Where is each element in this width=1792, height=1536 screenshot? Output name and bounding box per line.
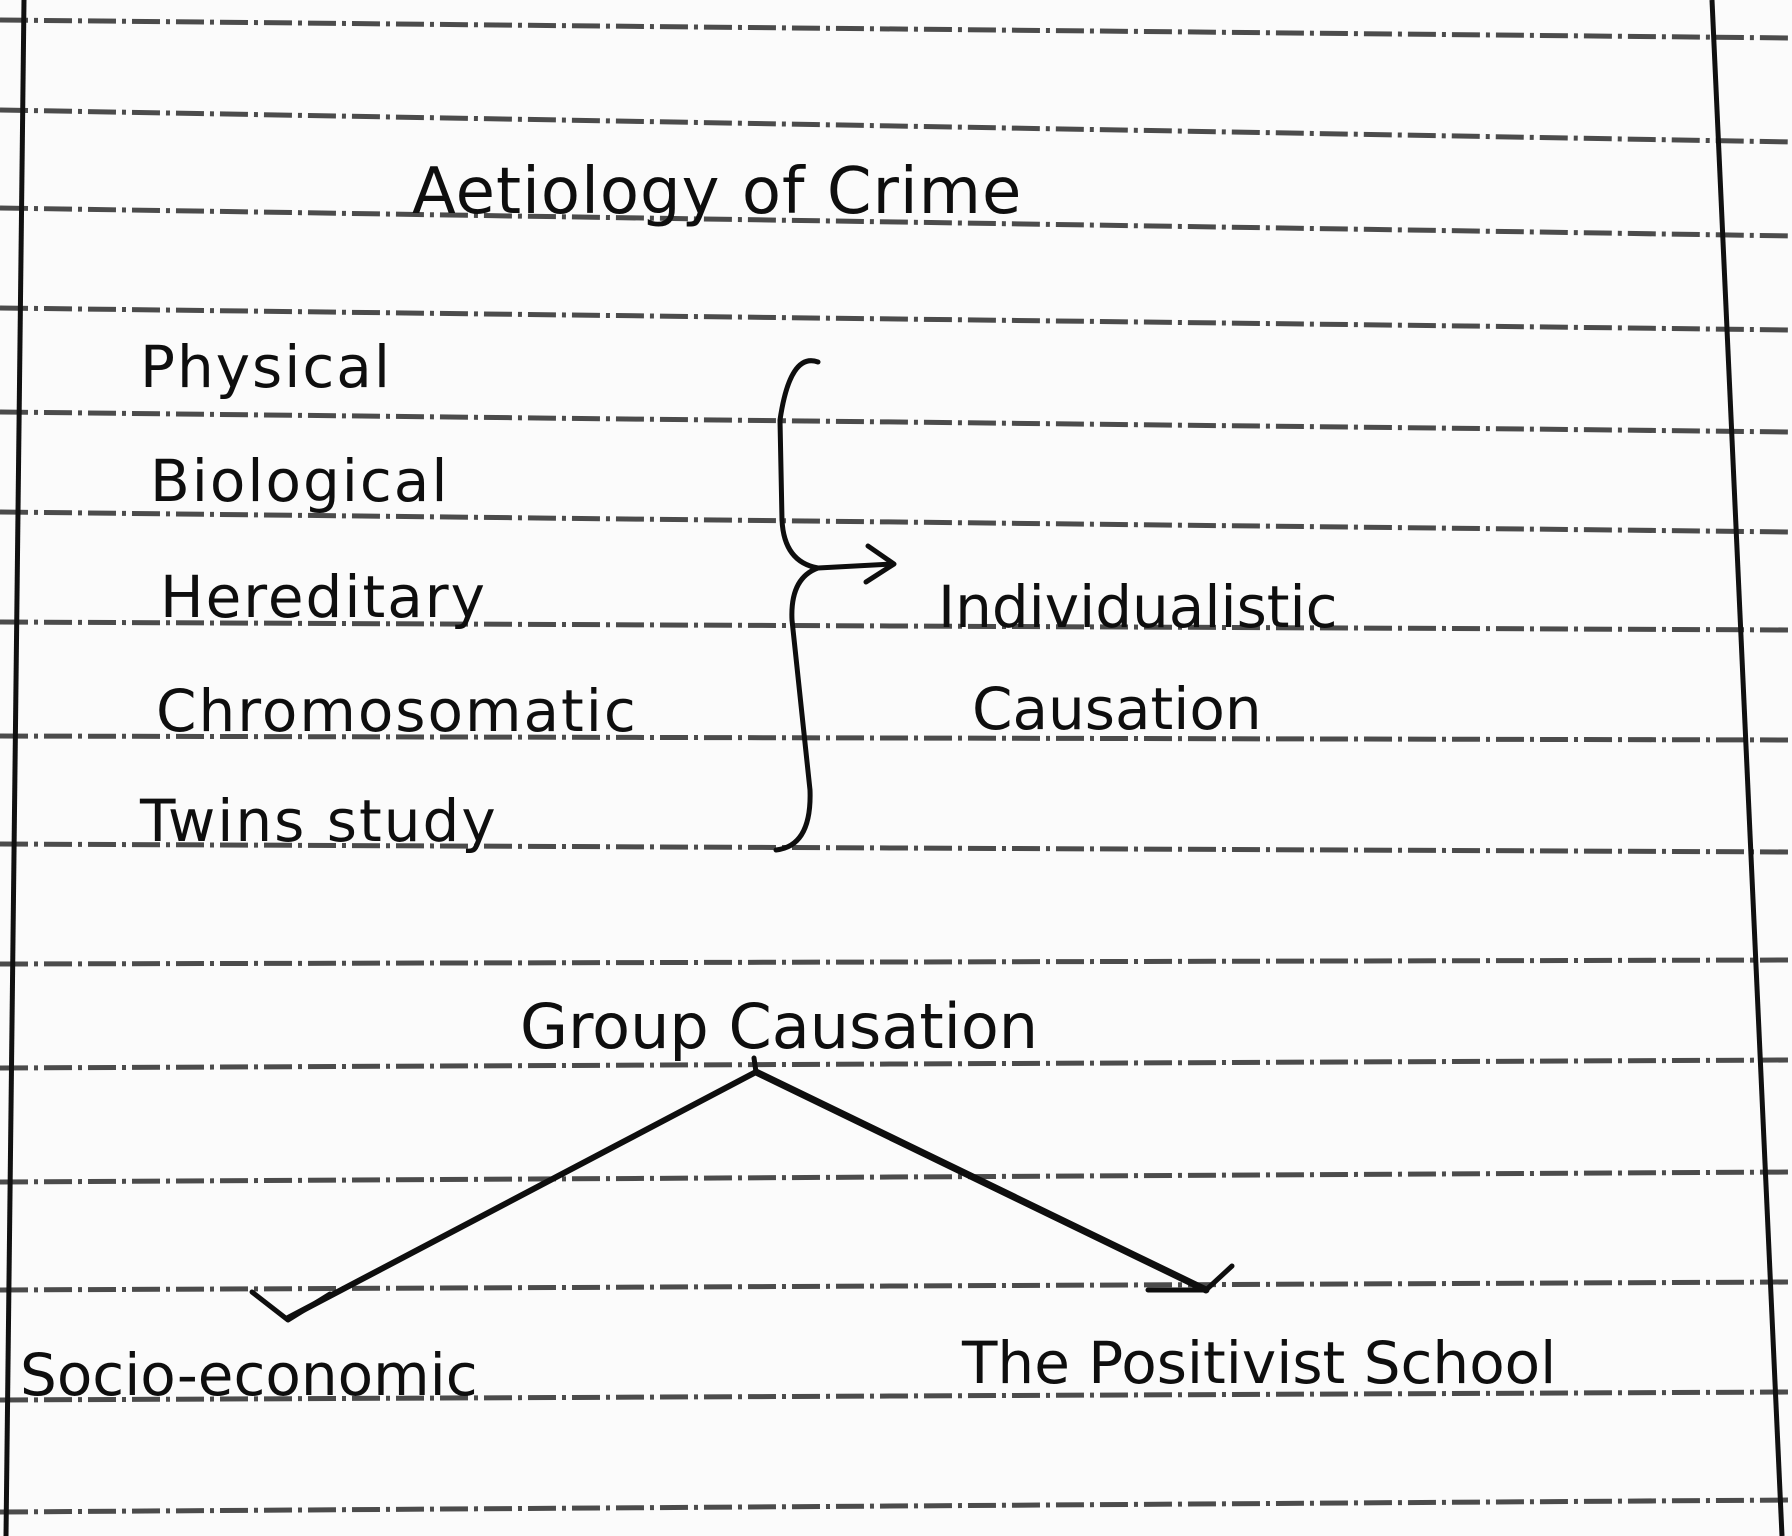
group-tree-lines — [285, 1055, 1210, 1321]
factor-chromosomatic: Chromosomatic — [156, 677, 638, 745]
group-causation-label: Group Causation — [520, 990, 1039, 1063]
branch-positivist-school: The Positivist School — [962, 1329, 1557, 1397]
diagram-connectors — [249, 358, 1235, 1323]
individualistic-label: Individualistic — [938, 573, 1338, 641]
down-arrow-icon — [249, 1289, 333, 1323]
right-arrow-icon — [815, 543, 897, 585]
right-curly-brace-icon — [773, 358, 828, 853]
factor-biological: Biological — [150, 447, 450, 515]
factor-physical: Physical — [140, 333, 392, 401]
factor-hereditary: Hereditary — [160, 563, 487, 631]
individualistic-causation-label: Causation — [972, 675, 1262, 743]
page-title: Aetiology of Crime — [412, 155, 1023, 229]
notebook-page: Aetiology of Crime Physical Biological H… — [0, 0, 1792, 1536]
factor-twins-study: Twins study — [140, 787, 498, 855]
branch-socio-economic: Socio-economic — [20, 1341, 478, 1409]
